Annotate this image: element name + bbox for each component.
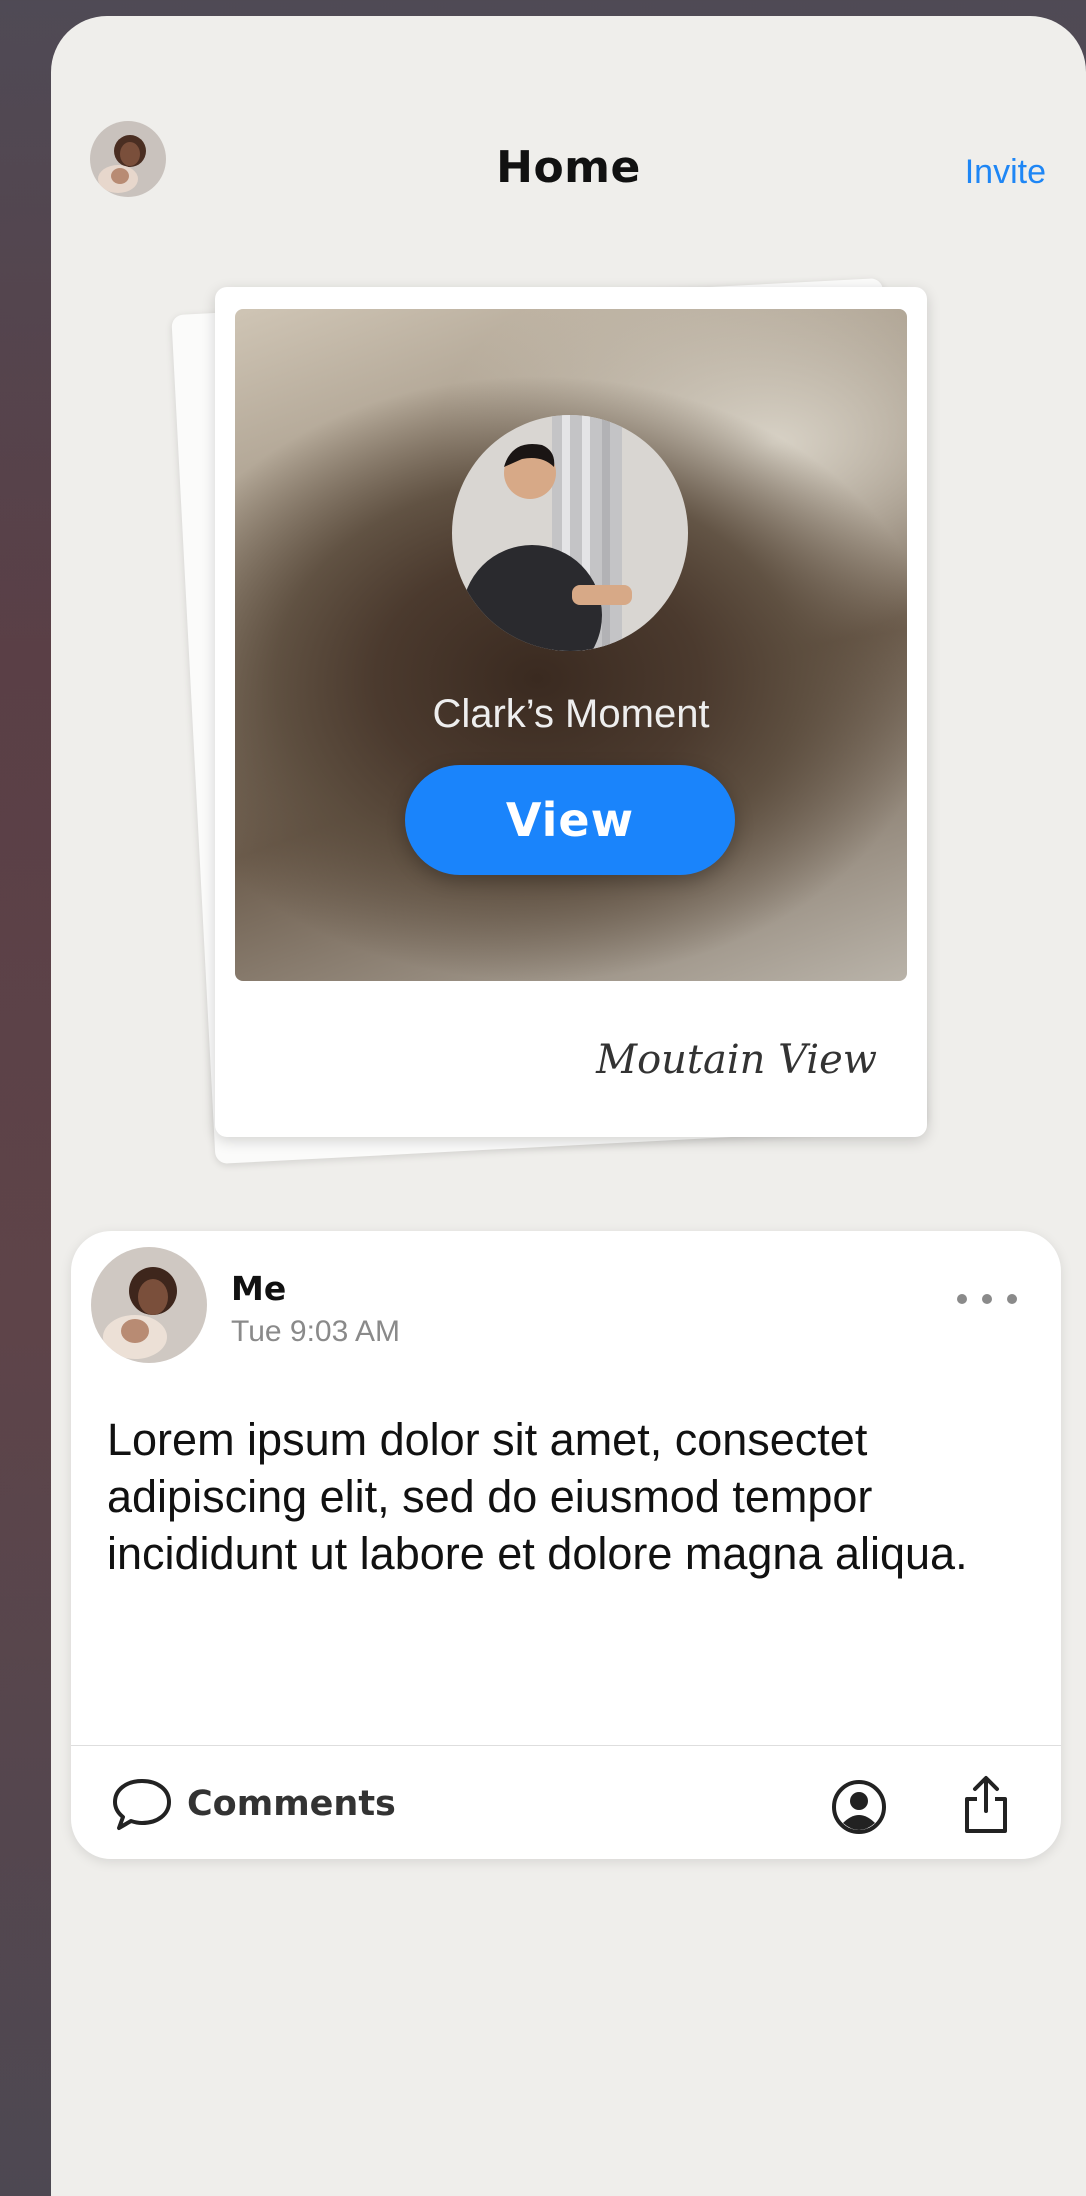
post-card: Me Tue 9:03 AM Lorem ipsum dolor sit ame…	[71, 1231, 1061, 1859]
moment-avatar	[452, 415, 688, 651]
comment-icon	[113, 1779, 171, 1830]
moment-photo: Clark’s Moment View	[235, 309, 907, 981]
profile-icon[interactable]	[831, 1779, 887, 1835]
post-body: Lorem ipsum dolor sit amet, consectet ad…	[107, 1414, 968, 1579]
app-screen: Home Invite Clark’s Moment View Moutain …	[51, 16, 1086, 2196]
page-title: Home	[496, 142, 641, 193]
more-dot	[957, 1294, 967, 1304]
more-icon[interactable]	[957, 1291, 1017, 1307]
post-author-avatar[interactable]	[91, 1247, 207, 1363]
moment-polaroid[interactable]: Clark’s Moment View Moutain View	[215, 287, 927, 1137]
more-dot	[982, 1294, 992, 1304]
view-moment-button[interactable]: View	[405, 765, 735, 875]
comments-button[interactable]: Comments	[111, 1769, 396, 1839]
post-author: Me	[231, 1269, 287, 1308]
moment-title: Clark’s Moment	[432, 692, 710, 736]
invite-button[interactable]: Invite	[965, 153, 1046, 192]
comments-label: Comments	[187, 1784, 396, 1824]
more-dot	[1007, 1294, 1017, 1304]
divider	[71, 1745, 1061, 1746]
share-icon[interactable]	[961, 1775, 1011, 1835]
moment-caption: Moutain View	[596, 1037, 877, 1083]
post-timestamp: Tue 9:03 AM	[231, 1315, 400, 1348]
